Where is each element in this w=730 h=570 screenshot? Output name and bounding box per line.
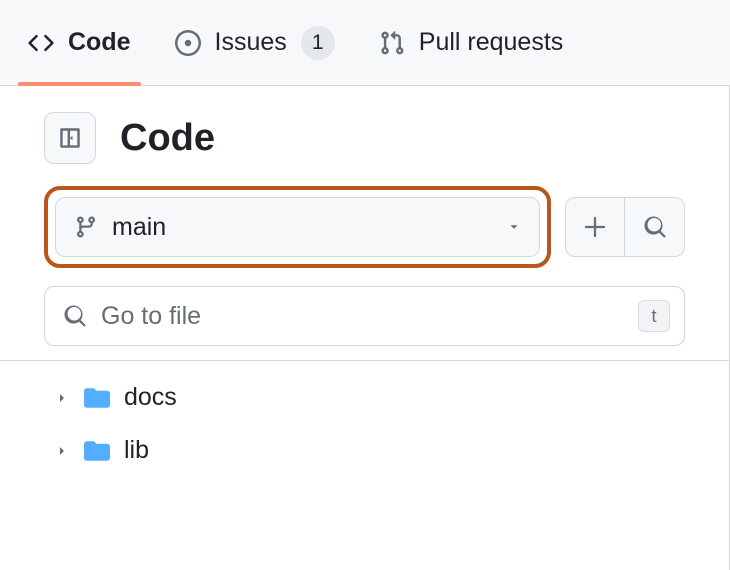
tab-pulls-label: Pull requests xyxy=(419,28,564,57)
go-to-file-input[interactable]: Go to file t xyxy=(44,286,685,346)
main-panel: Code main Go to file t docs xyxy=(0,86,730,570)
search-button[interactable] xyxy=(625,197,685,257)
tree-item-folder[interactable]: lib xyxy=(0,424,729,477)
search-icon xyxy=(643,215,667,239)
branch-name: main xyxy=(112,213,493,242)
action-button-group xyxy=(565,197,685,257)
tab-code-label: Code xyxy=(68,28,131,57)
sidebar-toggle-button[interactable] xyxy=(44,112,96,164)
repo-tab-bar: Code Issues 1 Pull requests xyxy=(0,0,730,86)
chevron-right-icon xyxy=(54,390,70,406)
plus-icon xyxy=(583,215,607,239)
chevron-right-icon xyxy=(54,443,70,459)
tree-item-folder[interactable]: docs xyxy=(0,371,729,424)
caret-down-icon xyxy=(507,220,521,234)
shortcut-key: t xyxy=(638,300,670,332)
tab-issues-label: Issues xyxy=(215,28,287,57)
tree-item-name: lib xyxy=(124,436,149,465)
file-tree: docs lib xyxy=(0,360,729,487)
header-row: Code xyxy=(44,112,685,164)
tab-pull-requests[interactable]: Pull requests xyxy=(373,0,570,85)
branch-highlight: main xyxy=(44,186,551,268)
search-placeholder: Go to file xyxy=(101,302,624,331)
sidebar-collapse-icon xyxy=(57,125,83,151)
page-title: Code xyxy=(120,117,215,160)
search-icon xyxy=(63,304,87,328)
branch-icon xyxy=(74,215,98,239)
issues-count-badge: 1 xyxy=(301,26,335,60)
tab-code[interactable]: Code xyxy=(22,0,137,85)
pull-request-icon xyxy=(379,30,405,56)
branch-select-button[interactable]: main xyxy=(55,197,540,257)
code-icon xyxy=(28,30,54,56)
issue-icon xyxy=(175,30,201,56)
tab-issues[interactable]: Issues 1 xyxy=(169,0,341,85)
folder-icon xyxy=(84,438,110,464)
controls-row: main xyxy=(44,186,685,268)
add-file-button[interactable] xyxy=(565,197,625,257)
tree-item-name: docs xyxy=(124,383,177,412)
folder-icon xyxy=(84,385,110,411)
